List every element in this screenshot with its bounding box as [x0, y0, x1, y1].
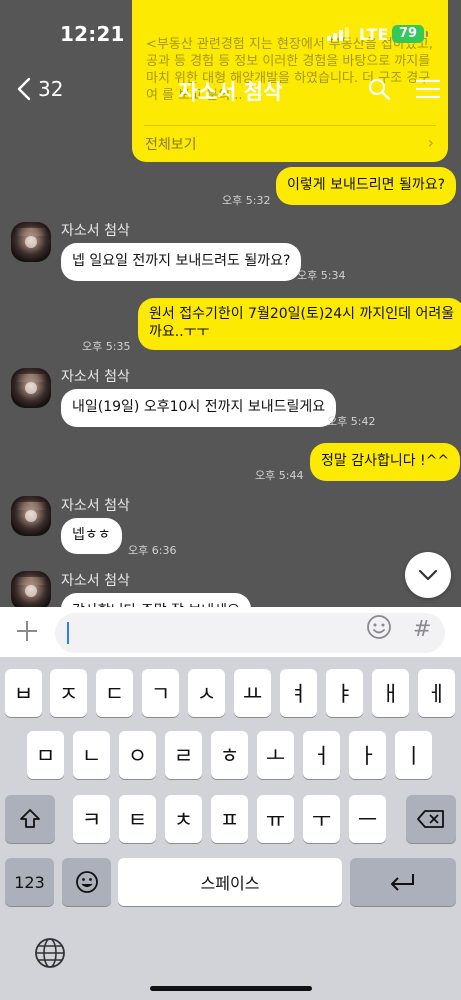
their-message-bubble[interactable]: 내일(19일) 오후10시 전까지 보내드릴게요: [61, 389, 337, 427]
shift-key[interactable]: [5, 795, 55, 843]
return-key[interactable]: [350, 858, 456, 906]
scroll-to-bottom-button[interactable]: [405, 552, 451, 598]
key[interactable]: ㅈ: [50, 669, 87, 717]
home-indicator: [150, 986, 312, 991]
my-message-bubble[interactable]: 정말 감사합니다 !^^: [310, 443, 461, 481]
key[interactable]: ㄷ: [96, 669, 133, 717]
notice-more-link[interactable]: 전체보기: [145, 134, 197, 154]
key[interactable]: ㅅ: [188, 669, 225, 717]
key[interactable]: ㅕ: [280, 669, 317, 717]
their-message-bubble[interactable]: 넵 일요일 전까지 보내드려도 될까요?: [61, 243, 302, 281]
key[interactable]: ㄹ: [165, 731, 202, 779]
key[interactable]: ㅎ: [211, 731, 248, 779]
message-line: 원서 접수기한이 7월20일(토)24시 까지인데 어려울: [149, 306, 455, 322]
sender-avatar[interactable]: [11, 222, 51, 262]
unread-count: 32: [38, 77, 64, 101]
sender-avatar[interactable]: [11, 368, 51, 408]
key[interactable]: ㅡ: [349, 795, 386, 843]
sender-name: 자소서 첨삭: [61, 573, 130, 589]
key[interactable]: ㄴ: [73, 731, 110, 779]
message-time: 오후 5:32: [222, 194, 271, 207]
message-time: 오후 6:36: [128, 544, 177, 557]
key[interactable]: ㅐ: [372, 669, 409, 717]
message-time: 오후 5:35: [82, 340, 131, 353]
space-key[interactable]: 스페이스: [118, 858, 342, 906]
keyboard: ㅂ ㅈ ㄷ ㄱ ㅅ ㅛ ㅕ ㅑ ㅐ ㅔ ㅁ ㄴ ㅇ ㄹ ㅎ ㅗ ㅓ ㅏ ㅣ ㅋ …: [0, 657, 461, 1000]
key[interactable]: ㅍ: [211, 795, 248, 843]
sender-avatar[interactable]: [11, 571, 51, 607]
text-caret: [67, 622, 69, 644]
key[interactable]: ㅂ: [5, 669, 42, 717]
network-label: LTE: [359, 25, 389, 44]
key[interactable]: ㅑ: [326, 669, 363, 717]
menu-icon[interactable]: [415, 79, 441, 99]
message-line: 까요..ㅜㅜ: [149, 324, 210, 340]
key[interactable]: ㅁ: [27, 731, 64, 779]
emoji-icon: [75, 871, 98, 893]
key[interactable]: ㅋ: [73, 795, 110, 843]
search-icon[interactable]: [367, 77, 391, 101]
signal-icon: [327, 27, 353, 41]
message-time: 오후 5:34: [297, 269, 346, 282]
notice-divider: [144, 125, 436, 126]
chevron-right-icon: ›: [427, 133, 434, 152]
sender-name: 자소서 첨삭: [61, 498, 130, 514]
emoji-key[interactable]: [62, 858, 111, 906]
return-icon: [391, 874, 414, 891]
hash-icon[interactable]: #: [413, 617, 431, 642]
their-message-bubble[interactable]: 넵ㅎㅎ: [61, 518, 122, 554]
my-message-bubble[interactable]: 이렇게 보내드리면 될까요?: [276, 167, 457, 205]
key[interactable]: ㅣ: [395, 731, 432, 779]
chat-header: 32 자소서 첨삭: [0, 64, 461, 114]
key[interactable]: ㅊ: [165, 795, 202, 843]
sender-avatar[interactable]: [11, 496, 51, 536]
chat-title: 자소서 첨삭: [178, 80, 283, 104]
shift-icon: [20, 809, 40, 828]
key[interactable]: ㅛ: [234, 669, 271, 717]
battery-level: 79: [398, 26, 418, 41]
message-time: 오후 5:44: [255, 469, 304, 482]
key[interactable]: ㄱ: [142, 669, 179, 717]
key[interactable]: ㅠ: [257, 795, 294, 843]
my-message-bubble[interactable]: 원서 접수기한이 7월20일(토)24시 까지인데 어려울 까요..ㅜㅜ: [138, 298, 461, 350]
plus-icon[interactable]: [15, 619, 39, 643]
key[interactable]: ㅗ: [257, 731, 294, 779]
backspace-key[interactable]: [406, 795, 456, 843]
message-time: 오후 5:42: [327, 415, 376, 428]
numbers-key[interactable]: 123: [5, 858, 54, 906]
battery-icon: 79: [392, 25, 428, 43]
emoji-icon[interactable]: [366, 614, 392, 640]
back-button[interactable]: 32: [16, 74, 63, 104]
key[interactable]: ㅓ: [303, 731, 340, 779]
sender-name: 자소서 첨삭: [61, 369, 130, 385]
status-bar: 12:21 LTE 79: [0, 0, 461, 64]
chevron-left-icon: [17, 77, 31, 101]
chat-room: <부동산 관련경험 지는 현장에서 부동산을 접하였고, 공과 등 경험 등 정…: [0, 0, 461, 607]
key[interactable]: ㅔ: [418, 669, 455, 717]
key[interactable]: ㅇ: [119, 731, 156, 779]
chevron-down-icon: [418, 569, 438, 581]
sender-name: 자소서 첨삭: [61, 223, 130, 239]
their-message-bubble[interactable]: 감사합니다 주말 잘 보내세요: [61, 593, 251, 607]
globe-icon[interactable]: [34, 937, 66, 969]
backspace-icon: [417, 810, 444, 828]
key[interactable]: ㅏ: [349, 731, 386, 779]
key[interactable]: ㅜ: [303, 795, 340, 843]
status-time: 12:21: [60, 22, 125, 46]
key[interactable]: ㅌ: [119, 795, 156, 843]
